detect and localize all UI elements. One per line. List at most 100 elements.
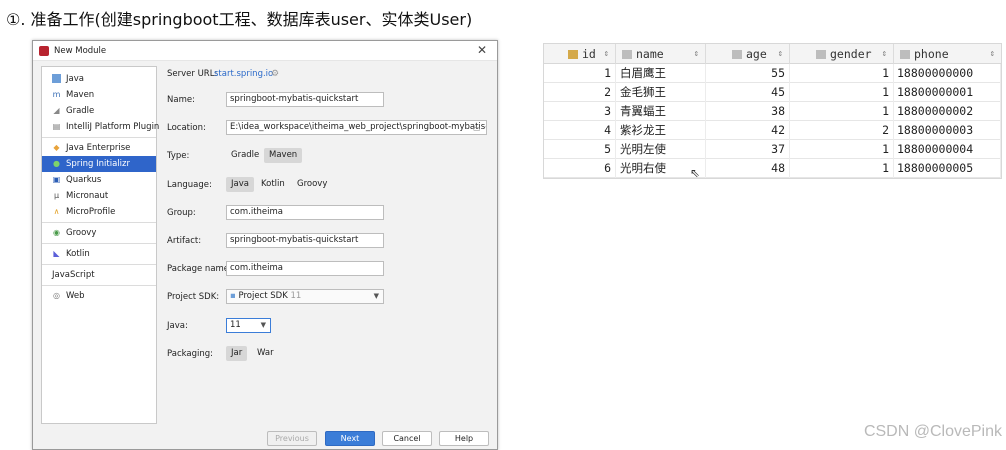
column-header-age[interactable]: age ⇕ <box>706 44 790 64</box>
sort-icon[interactable]: ⇕ <box>882 44 887 64</box>
table-cell-id[interactable]: 3 <box>544 102 616 121</box>
sidebar-item-web[interactable]: ◎ Web <box>42 288 156 304</box>
column-header-phone[interactable]: phone ⇕ <box>894 44 1001 64</box>
next-button[interactable]: Next <box>325 431 375 446</box>
column-header-id[interactable]: id ⇕ <box>544 44 616 64</box>
packaging-option-jar[interactable]: Jar <box>226 346 248 361</box>
table-cell-id[interactable]: 6 <box>544 159 616 178</box>
table-row[interactable]: 6 光明右使 48 1 18800000005 <box>544 159 1001 178</box>
table-cell-phone[interactable]: 18800000000 <box>894 64 1001 83</box>
sidebar-item-java[interactable]: Java <box>42 71 156 87</box>
sidebar-divider <box>42 285 156 286</box>
table-cell-name[interactable]: 金毛狮王 <box>616 83 706 102</box>
language-option-java[interactable]: Java <box>226 177 254 192</box>
table-cell-name[interactable]: 青翼蝠王 <box>616 102 706 121</box>
project-sdk-label: Project SDK: <box>167 292 220 302</box>
table-cell-age[interactable]: 38 <box>706 102 790 121</box>
kotlin-icon: ◣ <box>53 249 60 258</box>
table-cell-name[interactable]: 白眉鹰王 <box>616 64 706 83</box>
table-cell-age[interactable]: 37 <box>706 140 790 159</box>
folder-browse-icon[interactable]: ▭ <box>473 122 483 133</box>
table-cell-name[interactable]: 光明左使 <box>616 140 706 159</box>
sidebar-item-intellij-platform-plugin[interactable]: ▤ IntelliJ Platform Plugin <box>42 119 160 135</box>
table-cell-gender[interactable]: 1 <box>790 140 894 159</box>
sort-icon[interactable]: ⇕ <box>778 44 783 64</box>
table-cell-age[interactable]: 48 <box>706 159 790 178</box>
table-cell-age[interactable]: 45 <box>706 83 790 102</box>
type-option-gradle[interactable]: Gradle <box>226 148 264 163</box>
language-option-groovy[interactable]: Groovy <box>292 177 332 192</box>
name-label: Name: <box>167 95 195 105</box>
table-cell-gender[interactable]: 1 <box>790 64 894 83</box>
sidebar-item-gradle[interactable]: ◢ Gradle <box>42 103 156 119</box>
table-cell-id[interactable]: 1 <box>544 64 616 83</box>
type-option-maven[interactable]: Maven <box>264 148 303 163</box>
table-cell-id[interactable]: 2 <box>544 83 616 102</box>
close-icon[interactable]: ✕ <box>477 43 487 57</box>
packaging-option-war[interactable]: War <box>252 346 279 361</box>
type-label: Type: <box>167 151 190 161</box>
table-row[interactable]: 4 紫衫龙王 42 2 18800000003 <box>544 121 1001 140</box>
sort-icon[interactable]: ⇕ <box>604 44 609 64</box>
table-cell-gender[interactable]: 1 <box>790 83 894 102</box>
packaging-label: Packaging: <box>167 349 214 359</box>
sidebar-item-quarkus[interactable]: ▣ Quarkus <box>42 172 156 188</box>
location-field[interactable]: E:\idea_workspace\itheima_web_project\sp… <box>226 120 487 135</box>
project-sdk-select[interactable]: ▪ Project SDK 11 ▼ <box>226 289 384 304</box>
sidebar-item-label: Java <box>66 74 84 84</box>
sort-icon[interactable]: ⇕ <box>990 44 995 64</box>
cancel-button[interactable]: Cancel <box>382 431 432 446</box>
sidebar-item-groovy[interactable]: ◉ Groovy <box>42 225 156 241</box>
sidebar-item-kotlin[interactable]: ◣ Kotlin <box>42 246 156 262</box>
sidebar-item-label: Web <box>66 291 85 301</box>
table-row[interactable]: 2 金毛狮王 45 1 18800000001 <box>544 83 1001 102</box>
table-cell-phone[interactable]: 18800000003 <box>894 121 1001 140</box>
server-url-label: Server URL: <box>167 69 218 79</box>
key-column-icon <box>568 50 578 59</box>
package-name-field[interactable]: com.itheima <box>226 261 384 276</box>
table-cell-phone[interactable]: 18800000002 <box>894 102 1001 121</box>
column-header-gender[interactable]: gender ⇕ <box>790 44 894 64</box>
project-sdk-value: Project SDK <box>238 291 288 301</box>
name-field[interactable]: springboot-mybatis-quickstart <box>226 92 384 107</box>
help-button[interactable]: Help <box>439 431 489 446</box>
java-version-select[interactable]: 11 ▼ <box>226 318 271 333</box>
sidebar-item-micronaut[interactable]: μ Micronaut <box>42 188 156 204</box>
group-field[interactable]: com.itheima <box>226 205 384 220</box>
table-row[interactable]: 3 青翼蝠王 38 1 18800000002 <box>544 102 1001 121</box>
table-cell-phone[interactable]: 18800000005 <box>894 159 1001 178</box>
language-option-kotlin[interactable]: Kotlin <box>256 177 290 192</box>
artifact-field[interactable]: springboot-mybatis-quickstart <box>226 233 384 248</box>
table-cell-age[interactable]: 42 <box>706 121 790 140</box>
table-cell-gender[interactable]: 2 <box>790 121 894 140</box>
package-name-row: Package name: com.itheima <box>167 261 497 277</box>
sort-icon[interactable]: ⇕ <box>694 44 699 64</box>
micronaut-icon: μ <box>53 191 60 200</box>
sidebar-item-spring-initializr[interactable]: ● Spring Initializr <box>42 156 156 172</box>
table-cell-gender[interactable]: 1 <box>790 159 894 178</box>
table-row[interactable]: 5 光明左使 37 1 18800000004 <box>544 140 1001 159</box>
artifact-row: Artifact: springboot-mybatis-quickstart <box>167 233 497 249</box>
sidebar-item-java-enterprise[interactable]: ◆ Java Enterprise <box>42 140 156 156</box>
table-cell-age[interactable]: 55 <box>706 64 790 83</box>
group-row: Group: com.itheima <box>167 205 497 221</box>
gear-icon[interactable]: ⚙ <box>271 66 279 82</box>
column-header-name[interactable]: name ⇕ <box>616 44 706 64</box>
language-row: Language: Java Kotlin Groovy <box>167 177 497 193</box>
table-cell-name[interactable]: 紫衫龙王 <box>616 121 706 140</box>
table-cell-gender[interactable]: 1 <box>790 102 894 121</box>
sidebar-item-maven[interactable]: m Maven <box>42 87 156 103</box>
sidebar-item-label: MicroProfile <box>66 207 116 217</box>
server-url-link[interactable]: start.spring.io <box>214 66 273 82</box>
table-cell-phone[interactable]: 18800000001 <box>894 83 1001 102</box>
column-icon <box>622 50 632 59</box>
table-cell-id[interactable]: 4 <box>544 121 616 140</box>
table-cell-phone[interactable]: 18800000004 <box>894 140 1001 159</box>
table-cell-id[interactable]: 5 <box>544 140 616 159</box>
previous-button[interactable]: Previous <box>267 431 317 446</box>
user-table: id ⇕ name ⇕ age ⇕ gender ⇕ phone ⇕ 1 白眉鹰王 55 1 18… <box>543 43 1002 179</box>
sidebar-item-label: Groovy <box>66 228 97 238</box>
sidebar-item-javascript[interactable]: JavaScript <box>42 267 156 283</box>
sidebar-item-microprofile[interactable]: ∧ MicroProfile <box>42 204 156 220</box>
table-row[interactable]: 1 白眉鹰王 55 1 18800000000 <box>544 64 1001 83</box>
